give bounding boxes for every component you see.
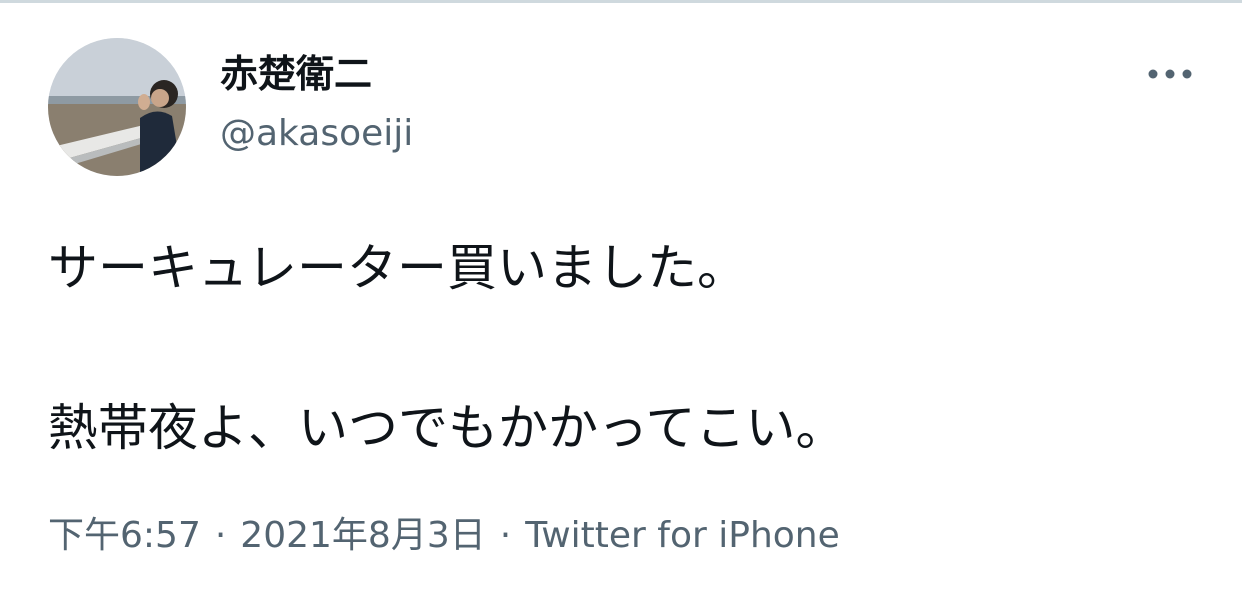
tweet-text-line: 熱帯夜よ、いつでもかかってこい。 bbox=[48, 399, 846, 457]
tweet-date[interactable]: 2021年8月3日 bbox=[240, 515, 485, 556]
tweet-text-line: サーキュレーター買いました。 bbox=[48, 239, 747, 297]
user-display-name[interactable]: 赤楚衛二 bbox=[220, 52, 372, 96]
meta-separator: · bbox=[499, 515, 512, 556]
meta-separator: · bbox=[214, 515, 227, 556]
tweet-card: 赤楚衛二 @akasoeiji サーキュレーター買いました。 熱帯夜よ、いつでも… bbox=[0, 0, 1242, 597]
more-options-button[interactable] bbox=[1140, 54, 1200, 94]
avatar[interactable] bbox=[48, 38, 186, 176]
profile-photo-icon bbox=[48, 38, 186, 176]
user-handle[interactable]: @akasoeiji bbox=[220, 113, 413, 155]
more-horizontal-icon bbox=[1148, 69, 1192, 79]
tweet-time[interactable]: 下午6:57 bbox=[48, 515, 201, 556]
tweet-metadata: 下午6:57 · 2021年8月3日 · Twitter for iPhone bbox=[48, 512, 840, 560]
tweet-source-link[interactable]: Twitter for iPhone bbox=[525, 515, 840, 556]
tweet-text: サーキュレーター買いました。 熱帯夜よ、いつでもかかってこい。 bbox=[48, 228, 846, 468]
